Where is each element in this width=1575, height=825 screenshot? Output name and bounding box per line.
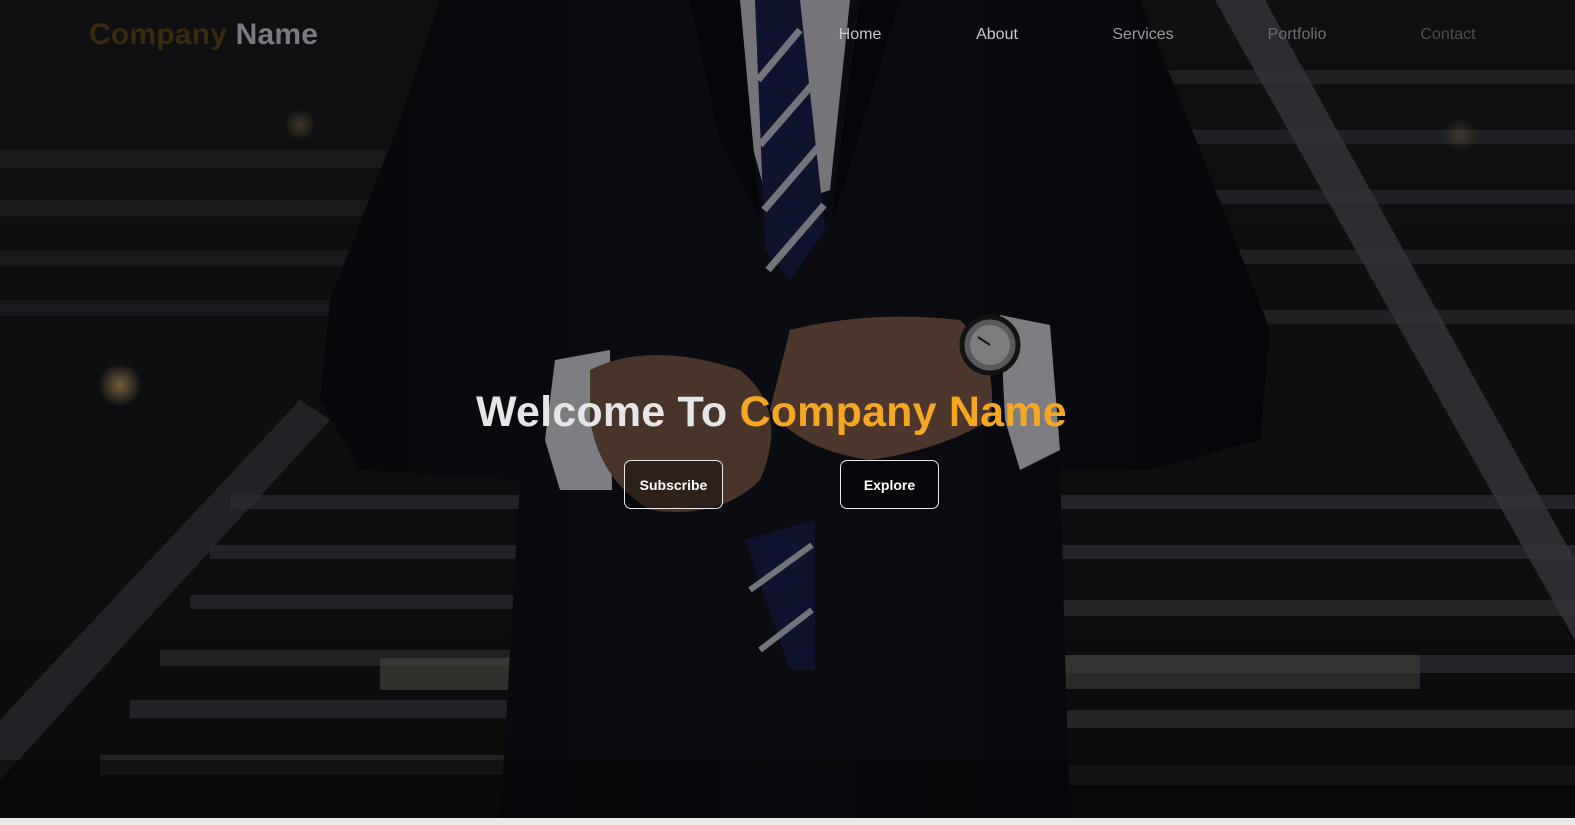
hero-section: Company Name Home About Services Portfol…	[0, 0, 1575, 825]
subscribe-button[interactable]: Subscribe	[624, 460, 723, 509]
nav-link-home[interactable]: Home	[839, 26, 882, 44]
nav-link-contact[interactable]: Contact	[1420, 26, 1475, 44]
hero-title-company-name: Company Name	[739, 388, 1067, 436]
explore-button[interactable]: Explore	[840, 460, 939, 509]
hero-title: Welcome To Company Name	[476, 388, 1067, 437]
nav-link-about[interactable]: About	[976, 26, 1018, 44]
nav-link-services[interactable]: Services	[1112, 26, 1173, 44]
navbar: Company Name Home About Services Portfol…	[0, 0, 1575, 72]
nav-links: Home About Services Portfolio Contact	[0, 26, 1575, 48]
page-bottom-edge	[0, 818, 1575, 825]
nav-link-portfolio[interactable]: Portfolio	[1268, 26, 1327, 44]
hero-title-welcome: Welcome To	[476, 388, 728, 436]
